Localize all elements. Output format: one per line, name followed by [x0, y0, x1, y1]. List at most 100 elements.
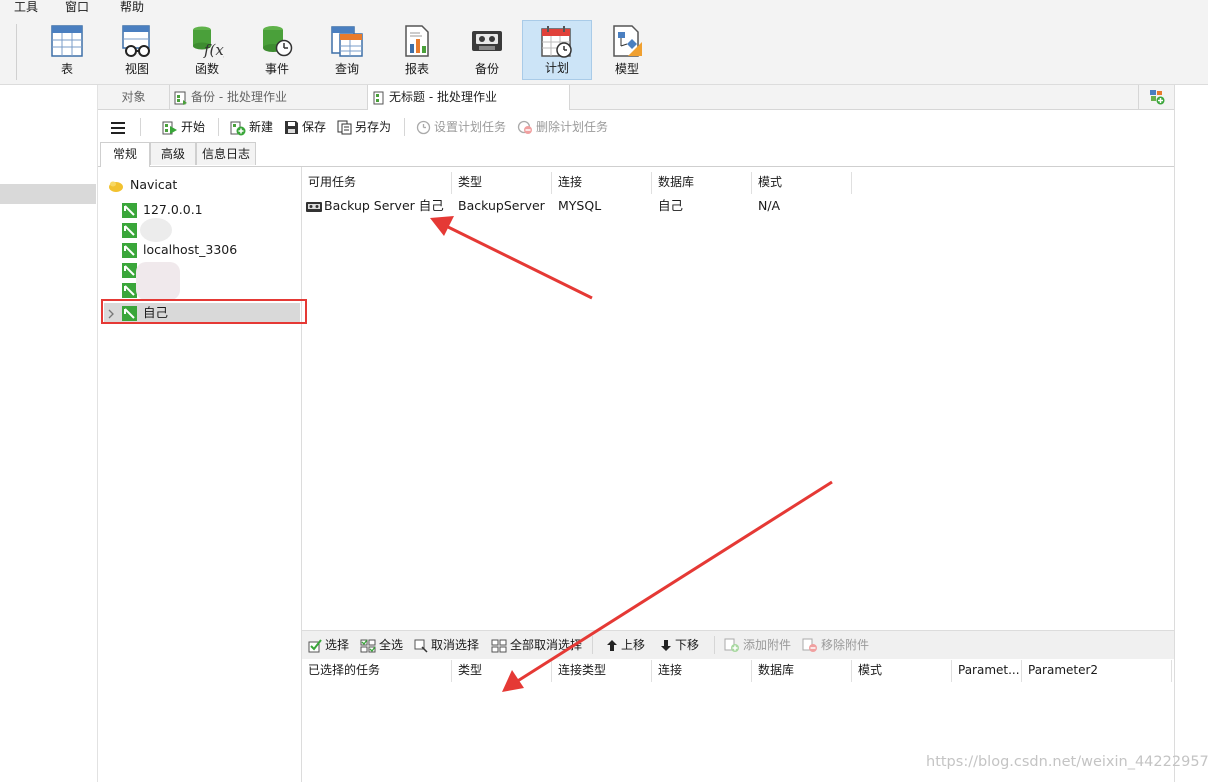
new-tab-area[interactable]	[1138, 85, 1175, 109]
ribbon-model-button[interactable]: 模型	[592, 20, 662, 80]
schema-cell: N/A	[758, 198, 781, 213]
remove-attachment-button[interactable]: 移除附件	[802, 636, 869, 654]
new-button[interactable]: 新建	[230, 118, 273, 136]
table-icon	[51, 25, 83, 57]
ribbon-backup-button[interactable]: 备份	[452, 20, 522, 80]
menu-button[interactable]	[111, 118, 128, 136]
column-header[interactable]: 数据库	[752, 660, 852, 682]
move-down-label: 下移	[675, 638, 700, 652]
ribbon-label: 函数	[194, 62, 219, 76]
move-up-button[interactable]: 上移	[606, 636, 645, 654]
batch-job-icon	[373, 91, 384, 104]
set-schedule-task-button[interactable]: 设置计划任务	[416, 118, 506, 136]
column-header[interactable]: 模式	[752, 172, 852, 194]
tab-backup-batch-job[interactable]: 备份 - 批处理作业	[170, 85, 368, 109]
tab-general[interactable]: 常规	[100, 142, 150, 167]
ribbon-schedule-button[interactable]: 计划	[522, 20, 592, 80]
move-up-label: 上移	[621, 638, 646, 652]
batch-job-icon	[174, 91, 187, 105]
save-as-button[interactable]: 另存为	[337, 118, 391, 136]
tab-message-log[interactable]: 信息日志	[196, 142, 256, 165]
column-header[interactable]: 数据库	[652, 172, 752, 194]
save-button[interactable]: 保存	[284, 118, 326, 136]
navicat-logo-icon	[109, 181, 123, 192]
add-attachment-button[interactable]: 添加附件	[724, 636, 791, 654]
ribbon-function-button[interactable]: f(x) 函数	[172, 20, 242, 80]
ribbon-view-button[interactable]: 视图	[102, 20, 172, 80]
toolbar-separator	[714, 636, 715, 654]
column-header[interactable]: 连接类型	[552, 660, 652, 682]
type-cell: BackupServer	[458, 198, 545, 213]
redacted-blur	[136, 262, 180, 300]
deselect-label: 取消选择	[431, 638, 480, 652]
ribbon-label: 计划	[544, 61, 569, 75]
ribbon-separator	[16, 24, 17, 80]
document-tab-bar: 对象 备份 - 批处理作业 无标题 - 批处理作业	[98, 85, 1174, 110]
mysql-connection-icon	[122, 203, 137, 218]
menu-tools[interactable]: 工具	[14, 0, 38, 15]
ribbon-label: 备份	[474, 62, 499, 76]
remove-attachment-label: 移除附件	[821, 638, 870, 652]
mysql-connection-icon	[122, 263, 137, 278]
tab-advanced[interactable]: 高级	[150, 142, 196, 165]
deselect-all-label: 全部取消选择	[510, 638, 583, 652]
ribbon-label: 查询	[334, 62, 359, 76]
hamburger-icon	[111, 121, 125, 134]
column-header[interactable]: 类型	[452, 172, 552, 194]
connection-tree: Navicat 127.0.0.1 localhost_3306 自己	[98, 167, 302, 782]
connection-cell: MYSQL	[558, 198, 602, 213]
ribbon-event-button[interactable]: 事件	[242, 20, 312, 80]
save-as-label: 另存为	[355, 120, 392, 134]
column-header[interactable]: 已选择的任务	[302, 660, 452, 682]
remove-attachment-icon	[802, 638, 817, 652]
deselect-icon	[414, 639, 428, 653]
tree-connection[interactable]: 127.0.0.1	[122, 200, 203, 220]
new-label: 新建	[249, 120, 274, 134]
delete-schedule-task-button[interactable]: 删除计划任务	[517, 118, 608, 136]
toolbar-separator	[218, 118, 219, 136]
toolbar-separator	[140, 118, 141, 136]
selected-tasks-toolbar: 选择 全选 取消选择 全部取消选择 上移 下移 添加附件 移除附件	[302, 630, 1174, 659]
deselect-button[interactable]: 取消选择	[414, 636, 479, 654]
add-object-icon[interactable]	[1149, 89, 1165, 105]
column-header[interactable]: 连接	[552, 172, 652, 194]
ribbon-label: 模型	[614, 62, 639, 76]
tab-untitled-batch-job[interactable]: 无标题 - 批处理作业	[368, 85, 570, 110]
ribbon-table-button[interactable]: 表	[32, 20, 102, 80]
tree-connection[interactable]: localhost_3306	[122, 240, 237, 260]
select-all-button[interactable]: 全选	[360, 636, 403, 654]
ribbon-label: 报表	[404, 62, 429, 76]
ribbon-label: 事件	[264, 62, 289, 76]
menu-help[interactable]: 帮助	[120, 0, 144, 15]
function-icon: f(x)	[193, 26, 224, 58]
column-header[interactable]: Parameter2	[1022, 660, 1172, 682]
move-down-button[interactable]: 下移	[660, 636, 699, 654]
start-button[interactable]: 开始	[162, 118, 205, 136]
report-icon	[405, 25, 429, 57]
deselect-all-button[interactable]: 全部取消选择	[491, 636, 582, 654]
select-label: 选择	[325, 638, 350, 652]
select-all-label: 全选	[379, 638, 404, 652]
navigation-selected-row[interactable]	[0, 184, 96, 204]
tab-label: 无标题 - 批处理作业	[389, 90, 497, 104]
tree-root-navicat[interactable]: Navicat	[108, 175, 177, 195]
column-header[interactable]: Paramet...	[952, 660, 1022, 682]
menu-bar: 工具 窗口 帮助	[0, 0, 1208, 16]
arrow-down-icon	[661, 640, 671, 651]
new-icon	[230, 121, 246, 135]
annotation-highlight-box	[101, 299, 307, 324]
ribbon-query-button[interactable]: 查询	[312, 20, 382, 80]
tab-objects[interactable]: 对象	[98, 85, 170, 109]
tree-root-label: Navicat	[130, 177, 178, 192]
column-header[interactable]: 模式	[852, 660, 952, 682]
menu-window[interactable]: 窗口	[65, 0, 89, 15]
column-header[interactable]: 类型	[452, 660, 552, 682]
ribbon-report-button[interactable]: 报表	[382, 20, 452, 80]
column-header[interactable]: 可用任务	[302, 172, 452, 194]
annotation-arrowhead	[430, 216, 454, 236]
ribbon-toolbar: 表 视图 f(x) 函数 事件	[0, 16, 1208, 85]
start-label: 开始	[181, 120, 206, 134]
select-button[interactable]: 选择	[308, 636, 349, 654]
task-cell[interactable]: Backup Server 自己	[300, 196, 452, 216]
column-header[interactable]: 连接	[652, 660, 752, 682]
